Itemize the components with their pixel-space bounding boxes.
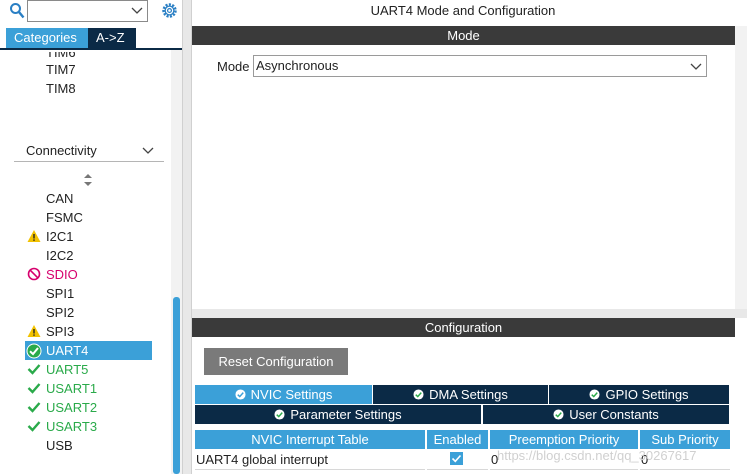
search-icon[interactable] [9,2,25,20]
tab-categories[interactable]: Categories [6,28,88,48]
check-icon [27,421,41,432]
check-circle-icon [26,343,42,359]
sort-icon[interactable] [83,174,93,186]
sidebar-item-usb[interactable]: USB [46,436,73,455]
sidebar-scroll-thumb[interactable] [173,297,180,474]
tab-user-constants[interactable]: User Constants [483,405,729,424]
sidebar-item-spi1[interactable]: SPI1 [46,284,74,303]
check-circle-icon [413,389,424,400]
mode-select[interactable]: Asynchronous [253,55,707,77]
tab-a-z[interactable]: A->Z [88,28,136,48]
sidebar-item-usart2[interactable]: USART2 [46,398,97,417]
sidebar-item-spi2[interactable]: SPI2 [46,303,74,322]
search-input[interactable] [27,0,148,22]
check-circle-icon [274,409,285,420]
column-header-preemption[interactable]: Preemption Priority [490,430,638,449]
selected-row-highlight [25,341,152,360]
sidebar-item-tim8[interactable]: TIM8 [46,79,76,98]
tab-underline [0,48,182,50]
column-header-sub-priority[interactable]: Sub Priority [640,430,730,449]
page-title: UART4 Mode and Configuration [370,3,556,18]
sidebar-item-uart5[interactable]: UART5 [46,360,88,379]
sidebar-item-i2c2[interactable]: I2C2 [46,246,73,265]
reset-configuration-button[interactable]: Reset Configuration [204,348,348,375]
sidebar-tabs: Categories A->Z [6,28,136,48]
app-window: Categories A->Z TIM6 TIM7 TIM8 Connectiv… [0,0,747,474]
sidebar-item-tim7[interactable]: TIM7 [46,60,76,79]
chevron-down-icon [690,63,702,70]
tab-parameter-settings[interactable]: Parameter Settings [195,405,481,424]
column-header-nvic-table[interactable]: NVIC Interrupt Table [195,430,425,449]
column-header-enabled[interactable]: Enabled [427,430,488,449]
tab-gpio-settings[interactable]: GPIO Settings [549,385,729,404]
sidebar-item-can[interactable]: CAN [46,189,73,208]
chevron-down-icon [142,147,154,154]
tab-label: User Constants [569,407,659,422]
check-icon [27,364,41,375]
enabled-checkbox[interactable] [450,452,463,465]
chevron-down-icon[interactable] [131,4,143,16]
sidebar-item-i2c1[interactable]: I2C1 [46,227,73,246]
sidebar-item-usart1[interactable]: USART1 [46,379,97,398]
mode-section-header: Mode [192,26,735,45]
tab-label: Parameter Settings [290,407,402,422]
mode-select-value: Asynchronous [256,58,339,73]
sidebar-item-sdio[interactable]: SDIO [46,265,78,284]
disabled-icon [27,267,41,281]
left-panel: Categories A->Z TIM6 TIM7 TIM8 Connectiv… [0,0,182,474]
warning-icon [27,325,41,337]
sidebar-item-usart3[interactable]: USART3 [46,417,97,436]
category-header-label: Connectivity [26,143,97,158]
check-circle-icon [553,409,564,420]
table-cell-interrupt-name: UART4 global interrupt [195,449,425,470]
tab-dma-settings[interactable]: DMA Settings [373,385,548,404]
category-header-connectivity[interactable]: Connectivity [14,140,164,162]
warning-icon [27,230,41,242]
section-splitter[interactable] [192,309,747,318]
tab-label: NVIC Settings [250,387,333,402]
sidebar-item-uart4[interactable]: UART4 [46,341,88,360]
check-circle-icon [589,389,600,400]
tab-nvic-settings[interactable]: NVIC Settings [195,385,372,404]
mode-label: Mode [217,59,250,74]
gear-icon[interactable] [160,1,179,20]
config-section-header: Configuration [192,318,735,337]
sidebar-item-fsmc[interactable]: FSMC [46,208,83,227]
check-icon [27,383,41,394]
sidebar-item-spi3[interactable]: SPI3 [46,322,74,341]
watermark: https://blog.csdn.net/qq_30267617 [497,448,697,463]
panel-splitter[interactable] [182,0,192,474]
tab-label: GPIO Settings [605,387,689,402]
main-panel: UART4 Mode and Configuration Mode Mode A… [192,0,747,474]
check-icon [27,402,41,413]
tab-label: DMA Settings [429,387,508,402]
check-circle-icon [235,389,246,400]
main-scrollbar[interactable] [735,26,747,309]
